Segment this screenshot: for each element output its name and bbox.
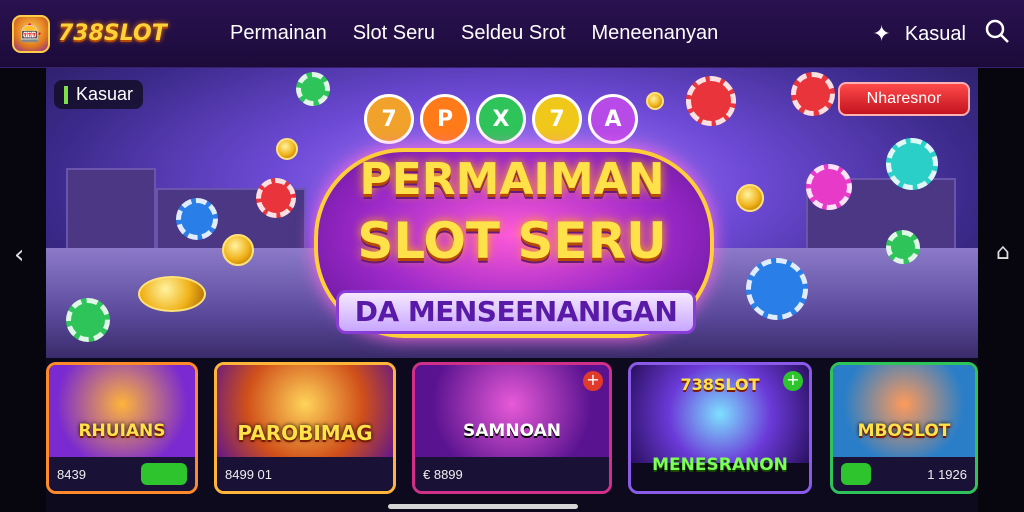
casino-chip-icon (686, 76, 736, 126)
casino-chip-icon (791, 72, 835, 116)
search-icon[interactable] (984, 18, 1010, 50)
game-card-footer: 8499 01 (217, 457, 393, 491)
add-badge-icon[interactable]: + (583, 371, 603, 391)
hero-action-button[interactable]: Nharesnor (838, 82, 970, 116)
game-card-art (833, 365, 975, 463)
game-card[interactable]: RHUIANS 8439 (46, 362, 198, 494)
game-card-footer: 1 1926 (833, 457, 975, 491)
slot-machine-icon: 🎰 (12, 14, 50, 53)
home-icon[interactable]: ⌂ (996, 240, 1010, 265)
category-tag-label: Kasuar (76, 84, 134, 104)
gold-coin-icon (646, 92, 664, 110)
home-indicator[interactable] (388, 504, 578, 509)
slot-orb-icon: A (588, 94, 638, 144)
game-card-title: MBOSLOT (857, 421, 951, 441)
game-card-title: MENESRANON (652, 455, 788, 475)
left-side-strip (0, 68, 46, 512)
game-card[interactable]: PAROBIMAG 8499 01 (214, 362, 396, 494)
game-card-footer: 8439 (49, 457, 195, 491)
game-card-footer: € 8899 (415, 457, 609, 491)
top-navigation-bar: 🎰 738SLOT Permainan Slot Seru Seldeu Sro… (0, 0, 1024, 68)
game-card-row: RHUIANS 8439 PAROBIMAG 8499 01 + SAMNOAN… (46, 362, 978, 494)
game-card-title: RHUIANS (78, 421, 166, 441)
game-card-title: SAMNOAN (463, 421, 561, 441)
gold-coin-icon (138, 276, 206, 312)
game-card[interactable]: + SAMNOAN € 8899 (412, 362, 612, 494)
play-toggle[interactable] (141, 463, 187, 485)
slot-orb-icon: 7 (364, 94, 414, 144)
game-card-art (217, 365, 393, 463)
hero-title-line1: PERMAIMAN (359, 154, 665, 205)
game-card-meta: 8439 (57, 466, 86, 482)
nav-item-slot-seru[interactable]: Slot Seru (353, 22, 435, 45)
kasual-label[interactable]: Kasual (905, 23, 966, 46)
game-card-art (49, 365, 195, 463)
slot-orb-icon: X (476, 94, 526, 144)
right-side-strip (978, 68, 1024, 512)
play-toggle[interactable] (841, 463, 871, 485)
game-card-title: PAROBIMAG (237, 421, 373, 445)
game-card[interactable]: MBOSLOT 1 1926 (830, 362, 978, 494)
slot-orb-icon: 7 (532, 94, 582, 144)
nav-item-meneenanyan[interactable]: Meneenanyan (592, 22, 719, 45)
casino-chip-icon (66, 298, 110, 342)
brand-name: 738SLOT (58, 21, 167, 46)
game-card-art (415, 365, 609, 463)
game-card-meta: € 8899 (423, 466, 463, 482)
casino-chip-icon (296, 72, 330, 106)
brand-logo[interactable]: 🎰 738SLOT (12, 14, 202, 53)
carousel-prev-arrow-icon[interactable]: ‹ (14, 240, 24, 270)
puzzle-user-icon[interactable]: ✦ (872, 22, 890, 47)
tag-marker (64, 85, 68, 104)
slot-orb-icon: P (420, 94, 470, 144)
game-card-meta: 1 1926 (927, 466, 967, 482)
hero-banner[interactable]: 7 P X 7 A PERMAIMAN SLOT SERU DA MENSEEN… (46, 68, 978, 358)
slot-orb-row: 7 P X 7 A (364, 94, 644, 144)
category-tag[interactable]: Kasuar (54, 80, 144, 109)
game-card-brand: 738SLOT (680, 375, 760, 394)
game-card-meta: 8499 01 (225, 466, 272, 482)
nav-item-permainan[interactable]: Permainan (230, 22, 327, 45)
top-right-actions: ✦ Kasual (854, 0, 1010, 68)
main-nav: Permainan Slot Seru Seldeu Srot Meneenan… (230, 22, 744, 45)
nav-item-seldeu-srot[interactable]: Seldeu Srot (461, 22, 566, 45)
game-card[interactable]: + 738SLOT MENESRANON (628, 362, 812, 494)
hero-title-line2: SLOT SERU (357, 212, 667, 270)
hero-subtitle: DA MENSEENANIGAN (336, 290, 696, 334)
